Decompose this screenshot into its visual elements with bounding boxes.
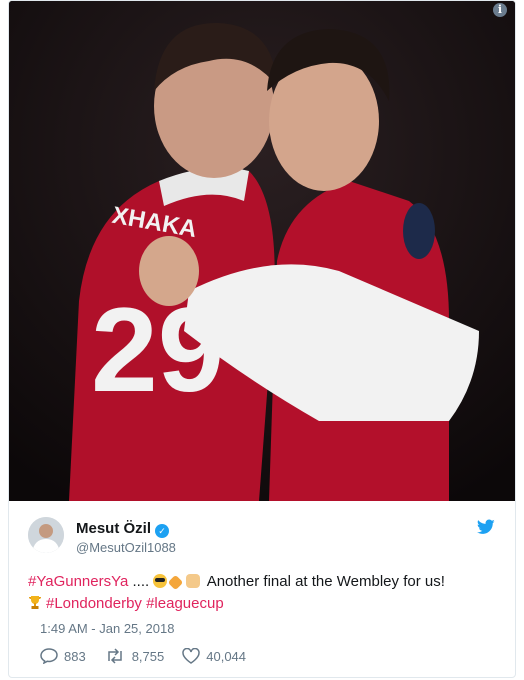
tweet-text-rest: Another final at the Wembley for us!: [203, 573, 445, 590]
tweet-actions: 883 8,755 40,044: [40, 648, 264, 664]
heart-icon: [182, 648, 200, 664]
tweet-text: #YaGunnersYa .... Another final at the W…: [28, 571, 508, 615]
retweet-icon: [107, 648, 122, 664]
tweet-timestamp[interactable]: 1:49 AM - Jan 25, 2018: [40, 621, 174, 636]
avatar-image: [28, 517, 64, 553]
info-icon[interactable]: i: [493, 3, 507, 17]
reply-icon: [40, 648, 58, 664]
reply-button[interactable]: 883: [40, 648, 86, 664]
like-button[interactable]: 40,044: [182, 648, 246, 664]
avatar[interactable]: [28, 517, 64, 553]
retweet-count: 8,755: [131, 648, 165, 664]
hashtag-londonderby[interactable]: #Londonderby: [46, 595, 142, 612]
author-name[interactable]: Mesut Özil ✓: [76, 520, 170, 538]
twitter-bird-icon[interactable]: [477, 519, 495, 535]
tweet-card: XHAKA 29 i Mesut Özil ✓ @MesutOzil1088 #Y…: [8, 0, 516, 678]
author-name-text: Mesut Özil: [76, 520, 152, 537]
retweet-button[interactable]: 8,755: [104, 648, 165, 664]
tweet-body: Mesut Özil ✓ @MesutOzil1088 #YaGunnersYa …: [9, 501, 515, 677]
reply-count: 883: [64, 648, 86, 664]
jersey-number: 29: [91, 283, 224, 417]
collision-emoji-icon: [168, 574, 184, 591]
tweet-text-dots: ....: [128, 573, 154, 590]
sunglasses-emoji-icon: [153, 574, 168, 588]
photo-illustration: XHAKA 29: [9, 1, 515, 501]
fist-emoji-icon: [186, 574, 201, 588]
hashtag-yagunnersya[interactable]: #YaGunnersYa: [28, 573, 128, 590]
trophy-emoji-icon: [29, 596, 41, 609]
verified-icon: ✓: [155, 524, 170, 538]
hashtag-leaguecup[interactable]: #leaguecup: [146, 595, 224, 612]
like-count: 40,044: [206, 648, 247, 664]
tweet-photo[interactable]: XHAKA 29 i: [9, 1, 515, 501]
author-handle[interactable]: @MesutOzil1088: [76, 540, 176, 555]
